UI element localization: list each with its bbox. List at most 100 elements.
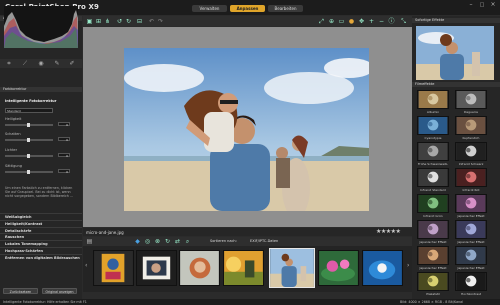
- filmstrip-thumb[interactable]: [179, 250, 220, 286]
- effect-thumb[interactable]: [417, 194, 449, 213]
- view-icon[interactable]: ◎: [144, 238, 151, 245]
- effect-label: Japanischer Effekt: [457, 213, 485, 218]
- effect-thumb[interactable]: [455, 116, 487, 135]
- section-tonemapping[interactable]: Lokales Tonemapping: [0, 240, 82, 247]
- grid-icon[interactable]: ⊞: [95, 18, 102, 25]
- section-highpass[interactable]: Hochpass-Schärfen: [0, 246, 82, 254]
- saturation-slider[interactable]: [5, 169, 53, 174]
- filmstrip-thumb[interactable]: [223, 250, 264, 286]
- effect-label: Daguerre: [464, 109, 478, 114]
- saturation-value[interactable]: 0: [58, 169, 70, 174]
- compare-icon[interactable]: ⇄: [174, 238, 181, 245]
- effect-category-dropdown[interactable]: Filmeffekte: [412, 82, 500, 87]
- filmstrip-thumb[interactable]: [93, 250, 134, 286]
- show-original-button[interactable]: Original anzeigen: [42, 288, 77, 294]
- effect-thumb[interactable]: [455, 272, 487, 291]
- share-icon[interactable]: ⋔: [104, 18, 111, 25]
- slider-knob[interactable]: [27, 122, 30, 127]
- effect-thumb[interactable]: [455, 194, 487, 213]
- file-info-strip: [83, 228, 412, 236]
- fit-window-icon[interactable]: ⤢: [318, 18, 325, 25]
- rotate-left-icon[interactable]: ↺: [116, 18, 123, 25]
- shadows-slider[interactable]: [5, 137, 53, 142]
- zoom-icon[interactable]: ⊕: [328, 18, 335, 25]
- tab-edit[interactable]: Bearbeiten: [268, 5, 303, 12]
- highlights-value[interactable]: 0: [58, 153, 70, 158]
- slider-knob[interactable]: [27, 153, 30, 158]
- effect-thumb[interactable]: [417, 272, 449, 291]
- rotate-icon[interactable]: ↻: [164, 238, 171, 245]
- close-button[interactable]: ×: [488, 2, 498, 8]
- minimize-button[interactable]: –: [466, 2, 476, 8]
- effect-thumb[interactable]: [417, 142, 449, 161]
- section-brightness-contrast[interactable]: Helligkeit/Kontrast: [0, 219, 82, 227]
- instant-effects-header: Sofortige Effekte: [412, 18, 500, 23]
- filmstrip-thumb[interactable]: [136, 250, 177, 286]
- effect-thumb[interactable]: [417, 246, 449, 265]
- redo-icon[interactable]: ↷: [157, 18, 164, 25]
- effect-thumb[interactable]: [455, 142, 487, 161]
- brush-icon[interactable]: ✐: [68, 61, 76, 67]
- crop-icon[interactable]: ⌗: [5, 61, 13, 67]
- rating-stars[interactable]: ★★★★★: [376, 228, 401, 235]
- slider-knob[interactable]: [27, 169, 30, 174]
- effect-thumb[interactable]: [455, 220, 487, 239]
- exif-dropdown[interactable]: EXIF/IPTC-Daten: [250, 239, 278, 243]
- search-icon[interactable]: ⌕: [184, 238, 191, 245]
- effect-thumb[interactable]: [417, 116, 449, 135]
- preset-dropdown[interactable]: Standard: [5, 108, 53, 113]
- zoom-in-icon[interactable]: +: [368, 18, 375, 25]
- section-digital-noise[interactable]: Entfernen von digitalem Bildrauschen: [0, 253, 82, 261]
- filmstrip-thumb[interactable]: [318, 250, 359, 286]
- tool-header: Farbkorrektur: [0, 87, 82, 92]
- zoom-out-icon[interactable]: −: [378, 18, 385, 25]
- rotate-right-icon[interactable]: ↻: [125, 18, 132, 25]
- effect-thumb[interactable]: [455, 246, 487, 265]
- tab-manage[interactable]: Verwalten: [192, 5, 227, 12]
- scroll-left-icon[interactable]: ‹: [85, 262, 87, 269]
- main-photo[interactable]: [124, 48, 369, 211]
- shadows-value[interactable]: 0: [58, 137, 70, 142]
- section-noise[interactable]: Rauschen: [0, 233, 82, 240]
- effect-thumb[interactable]: [455, 90, 487, 109]
- scroll-right-icon[interactable]: ›: [407, 262, 409, 269]
- effect-thumb[interactable]: [417, 90, 449, 109]
- save-icon[interactable]: ▣: [86, 18, 93, 25]
- tab-adjust[interactable]: Anpassen: [230, 5, 265, 12]
- effect-label: Infrarot Standard: [420, 187, 446, 192]
- redeye-icon[interactable]: ◉: [37, 61, 45, 67]
- slider-knob[interactable]: [27, 137, 30, 142]
- organizer-icon[interactable]: ▤: [86, 238, 93, 245]
- slider-label: Schatten: [5, 132, 21, 136]
- actual-size-icon[interactable]: ▭: [338, 18, 345, 25]
- maximize-button[interactable]: □: [477, 2, 487, 8]
- straighten-icon[interactable]: ⟋: [21, 61, 29, 67]
- filmstrip-thumb[interactable]: [362, 250, 403, 286]
- effect-label: Infrarot Rot: [462, 187, 480, 192]
- brightness-slider[interactable]: [5, 122, 53, 127]
- info-icon[interactable]: ⓘ: [388, 18, 395, 25]
- highlights-slider[interactable]: [5, 153, 53, 158]
- pan-icon[interactable]: ✥: [358, 18, 365, 25]
- reset-button[interactable]: Zurücksetzen: [3, 288, 38, 294]
- tag-icon[interactable]: ◆: [134, 238, 141, 245]
- effect-thumb[interactable]: [417, 168, 449, 187]
- lock-icon[interactable]: ●: [348, 18, 355, 25]
- effect-thumb[interactable]: [455, 168, 487, 187]
- section-sharpness[interactable]: Detailschärfe: [0, 226, 82, 234]
- filmstrip-thumb-selected[interactable]: [269, 248, 315, 288]
- section-white-balance[interactable]: Weißabgleich: [0, 213, 82, 220]
- filter-icon[interactable]: ⊗: [154, 238, 161, 245]
- effect-label: Infrarot Grün: [423, 213, 443, 218]
- brightness-value[interactable]: 0: [58, 122, 70, 127]
- sort-dropdown[interactable]: Sortieren nach:: [210, 239, 237, 243]
- retouch-icon[interactable]: ✎: [53, 61, 61, 67]
- undo-icon[interactable]: ↶: [148, 18, 155, 25]
- slider-label: Helligkeit: [5, 117, 22, 121]
- effect-thumb[interactable]: [417, 220, 449, 239]
- status-text: Intelligente Fotokorrektur: Hilfe erhalt…: [3, 300, 87, 304]
- organizer-toolbar: [83, 237, 412, 246]
- effect-label: Japanischer Effekt: [419, 265, 447, 270]
- delete-icon[interactable]: ⊟: [136, 18, 143, 25]
- expand-icon[interactable]: ⤡: [400, 18, 407, 25]
